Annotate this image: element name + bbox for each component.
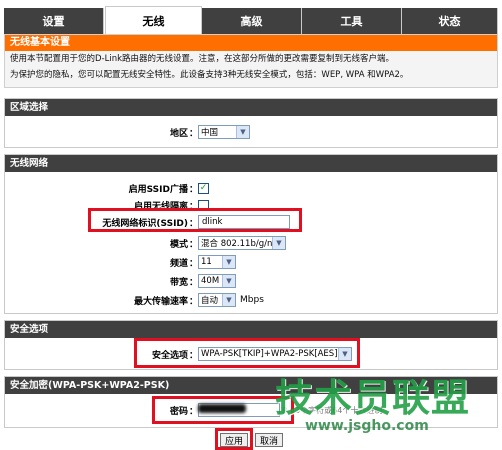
wireless-section: 无线网络	[4, 154, 498, 314]
top-tab-bar: 设置 无线 高级 工具 状态	[0, 0, 502, 34]
region-section-heading: 区域选择	[5, 99, 497, 116]
password-hint: 8-63个字符或64个十六进制	[282, 406, 383, 415]
channel-select-value: 11	[201, 257, 212, 267]
ssid-broadcast-label: 启用SSID广播	[128, 184, 188, 195]
bandwidth-row: 带宽 ： 40M ▼	[4, 273, 498, 289]
ssid-highlight-box	[88, 208, 302, 232]
mode-label: 模式	[169, 239, 188, 250]
mode-select[interactable]: 混合 802.11b/g/n ▼	[198, 236, 286, 250]
colon: ：	[189, 184, 199, 195]
tab-status[interactable]: 状态	[402, 8, 498, 34]
region-row: 地区 ： 中国 ▼	[4, 124, 498, 140]
tab-tools[interactable]: 工具	[302, 8, 402, 34]
encryption-section-heading: 安全加密(WPA-PSK+WPA2-PSK)	[5, 377, 497, 394]
mode-select-value: 混合 802.11b/g/n	[201, 239, 273, 249]
colon: ：	[189, 239, 199, 250]
chevron-down-icon: ▼	[222, 294, 235, 306]
region-select-value: 中国	[201, 128, 219, 138]
colon: ：	[189, 277, 199, 288]
region-select[interactable]: 中国 ▼	[198, 125, 250, 139]
bandwidth-label: 带宽	[169, 277, 188, 288]
region-section: 区域选择	[4, 98, 498, 148]
cancel-button[interactable]: 取消	[255, 433, 283, 447]
channel-label: 频道	[169, 258, 188, 269]
banner-title: 无线基本设置	[5, 35, 497, 51]
rate-label: 最大传输速率	[133, 296, 188, 307]
password-highlight-box	[152, 396, 294, 424]
banner-line-1: 使用本节配置用于您的D-Link路由器的无线设置。注意，在这部分所做的更改需要复…	[10, 54, 395, 64]
chevron-down-icon: ▼	[222, 256, 235, 268]
colon: ：	[189, 296, 199, 307]
channel-row: 频道 ： 11 ▼	[4, 254, 498, 270]
ssid-broadcast-checkbox[interactable]: ✓	[198, 182, 209, 194]
chevron-down-icon: ▼	[272, 237, 285, 249]
rate-unit: Mbps	[240, 295, 264, 305]
tab-wireless[interactable]: 无线	[105, 6, 202, 34]
colon: ：	[189, 258, 199, 269]
rate-row: 最大传输速率 ： 自动 ▼ Mbps	[4, 292, 498, 308]
chevron-down-icon: ▼	[222, 275, 235, 287]
chevron-down-icon: ▼	[236, 126, 249, 138]
region-colon: ：	[189, 128, 199, 139]
ssid-broadcast-row: 启用SSID广播 ： ✓	[4, 180, 498, 196]
tab-setup[interactable]: 设置	[4, 8, 104, 34]
info-banner: 无线基本设置 使用本节配置用于您的D-Link路由器的无线设置。注意，在这部分所…	[4, 34, 498, 88]
mode-row: 模式 ： 混合 802.11b/g/n ▼	[4, 235, 498, 251]
rate-select-value: 自动	[201, 296, 219, 306]
channel-select[interactable]: 11 ▼	[198, 255, 236, 269]
apply-highlight-box	[215, 428, 253, 450]
banner-line-2: 为保护您的隐私，您可以配置无线安全特性。此设备支持3种无线安全模式，包括：WEP…	[10, 70, 409, 80]
wireless-section-heading: 无线网络	[5, 155, 497, 172]
bandwidth-select-value: 40M	[201, 276, 220, 286]
security-section-heading: 安全选项	[5, 321, 497, 338]
rate-select[interactable]: 自动 ▼	[198, 293, 236, 307]
region-label: 地区	[169, 128, 188, 139]
security-highlight-box	[134, 338, 360, 368]
tab-advanced[interactable]: 高级	[202, 8, 302, 34]
bandwidth-select[interactable]: 40M ▼	[198, 274, 236, 288]
